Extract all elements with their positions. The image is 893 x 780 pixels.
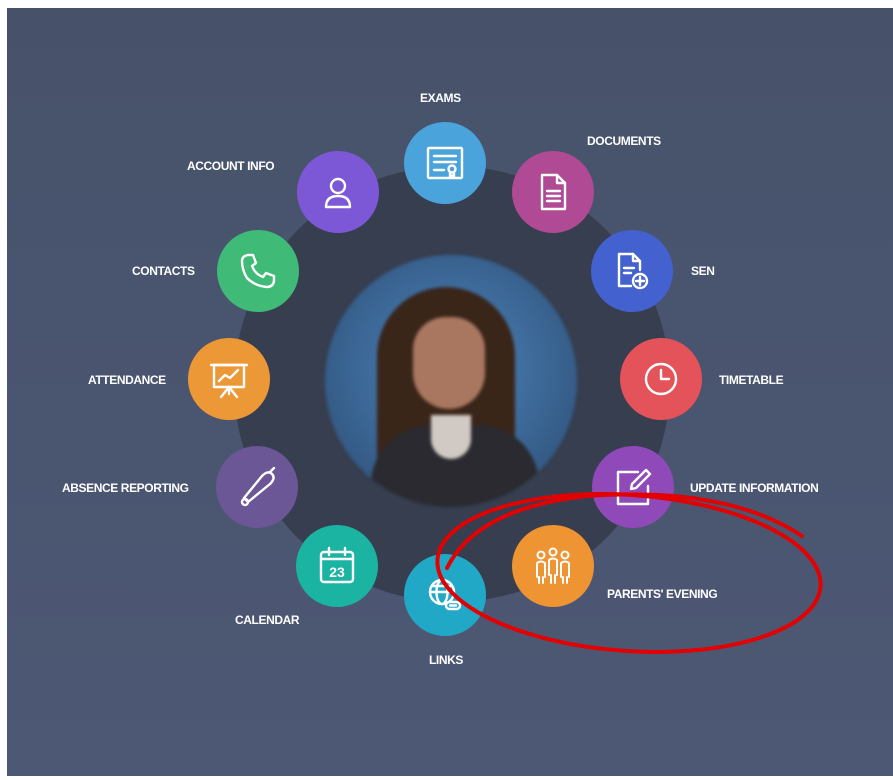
calendar-button[interactable]: 23 [296, 525, 378, 607]
absence-reporting-button[interactable] [216, 446, 298, 528]
phone-icon [240, 253, 276, 289]
account-info-label: ACCOUNT INFO [187, 159, 275, 173]
user-icon [324, 177, 352, 209]
attendance-label: ATTENDANCE [88, 373, 166, 387]
documents-label: DOCUMENTS [587, 134, 661, 148]
parents-evening-button[interactable] [512, 525, 594, 607]
attendance-button[interactable] [188, 338, 270, 420]
calendar-icon: 23 [319, 546, 355, 584]
contacts-label: CONTACTS [132, 264, 195, 278]
globe-link-icon [428, 578, 462, 611]
sen-label: SEN [691, 264, 715, 278]
absence-reporting-label: ABSENCE REPORTING [62, 481, 189, 495]
contacts-button[interactable] [217, 230, 299, 312]
account-info-button[interactable] [297, 151, 379, 233]
calendar-label: CALENDAR [235, 613, 300, 627]
timetable-label: TIMETABLE [719, 373, 784, 387]
document-add-icon [617, 252, 649, 290]
student-photo [325, 255, 577, 507]
app-stage: EXAMS DOCUMENTS SEN TIMETABLE UPDATE INF… [7, 8, 893, 776]
links-label: LINKS [429, 653, 464, 667]
certificate-icon [426, 146, 464, 180]
update-information-label: UPDATE INFORMATION [690, 481, 819, 495]
timetable-button[interactable] [620, 338, 702, 420]
document-icon [540, 173, 567, 211]
presentation-chart-icon [209, 363, 249, 399]
update-information-button[interactable] [592, 446, 674, 528]
bell-icon [240, 466, 276, 507]
edit-icon [616, 468, 652, 506]
documents-button[interactable] [512, 151, 594, 233]
links-button[interactable] [404, 554, 486, 636]
exams-label: EXAMS [420, 91, 461, 105]
exams-button[interactable] [404, 122, 486, 204]
calendar-day: 23 [329, 564, 345, 580]
people-icon [536, 547, 570, 584]
clock-icon [644, 362, 678, 396]
sen-button[interactable] [591, 230, 673, 312]
parents-evening-label: PARENTS' EVENING [607, 587, 718, 601]
